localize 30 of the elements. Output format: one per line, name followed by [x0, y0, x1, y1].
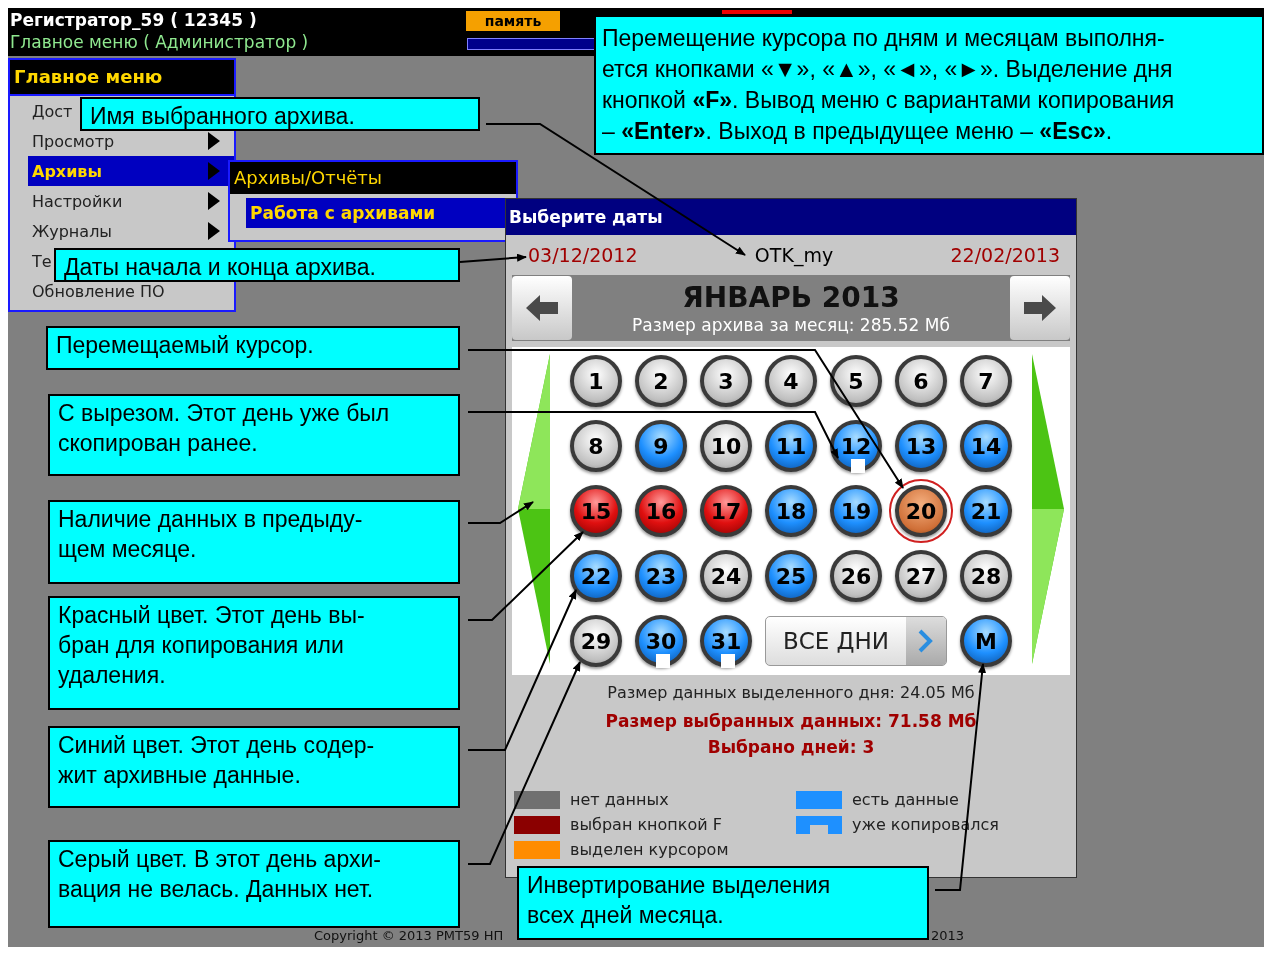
start-date: 03/12/2012	[528, 244, 638, 266]
selected-size: Размер выбранных данных: 71.58 Мб	[605, 710, 977, 733]
month-size: Размер архива за месяц: 285.52 Мб	[632, 315, 950, 335]
copyright-text: Copyright © 2013 PMT59 НП	[314, 928, 504, 943]
copyright-text: 2013	[930, 928, 964, 943]
callout-note: Серый цвет. В этот день архи- вация не велась. Данных нет.	[48, 840, 460, 928]
end-date: 22/02/2013	[950, 244, 1060, 266]
callout-note: Даты начала и конца архива.	[54, 248, 460, 282]
callout-note: Имя выбранного архива.	[80, 97, 480, 131]
month-title: ЯНВАРЬ 2013	[682, 281, 900, 315]
memory-badge: память	[466, 11, 560, 31]
callout-note: Красный цвет. Этот день вы- бран для копирования или удаления.	[48, 596, 460, 710]
submenu-title: Архивы/Отчёты	[230, 162, 516, 194]
legend-label: нет данных	[570, 790, 669, 809]
callout-note: Инвертирование выделения всех дней месяца.	[517, 866, 929, 940]
archive-name: OTK_my	[754, 244, 834, 266]
legend-label: есть данные	[852, 790, 959, 809]
day-size: Размер данных выделенного дня: 24.05 Мб	[607, 683, 975, 702]
selected-count: Выбрано дней: 3	[707, 736, 875, 759]
callout-note: Перемещаемый курсор.	[46, 326, 460, 370]
callout-note: С вырезом. Этот день уже был скопирован ранее.	[48, 394, 460, 476]
callout-note: Синий цвет. Этот день содер- жит архивные данные.	[48, 726, 460, 808]
screen-subtitle: Главное меню ( Администратор )	[10, 31, 309, 53]
dialog-title: Выберите даты	[506, 199, 1076, 235]
callout-note: Перемещение курсора по дням и месяцам выполня- ется кнопками «▼», «▲», «◄», «►». Выделение дня кнопкой «F». Вывод меню с вариантами копирования – «Enter». Выход в предыдущее меню – «Esc».	[594, 15, 1264, 155]
menu-title: Главное меню	[10, 60, 234, 96]
callout-note: Наличие данных в предыду- щем месяце.	[48, 500, 460, 584]
device-title: Регистратор_59 ( 12345 )	[10, 9, 258, 31]
legend-label: выделен курсором	[570, 840, 729, 859]
legend-label: выбран кнопкой F	[570, 815, 722, 834]
